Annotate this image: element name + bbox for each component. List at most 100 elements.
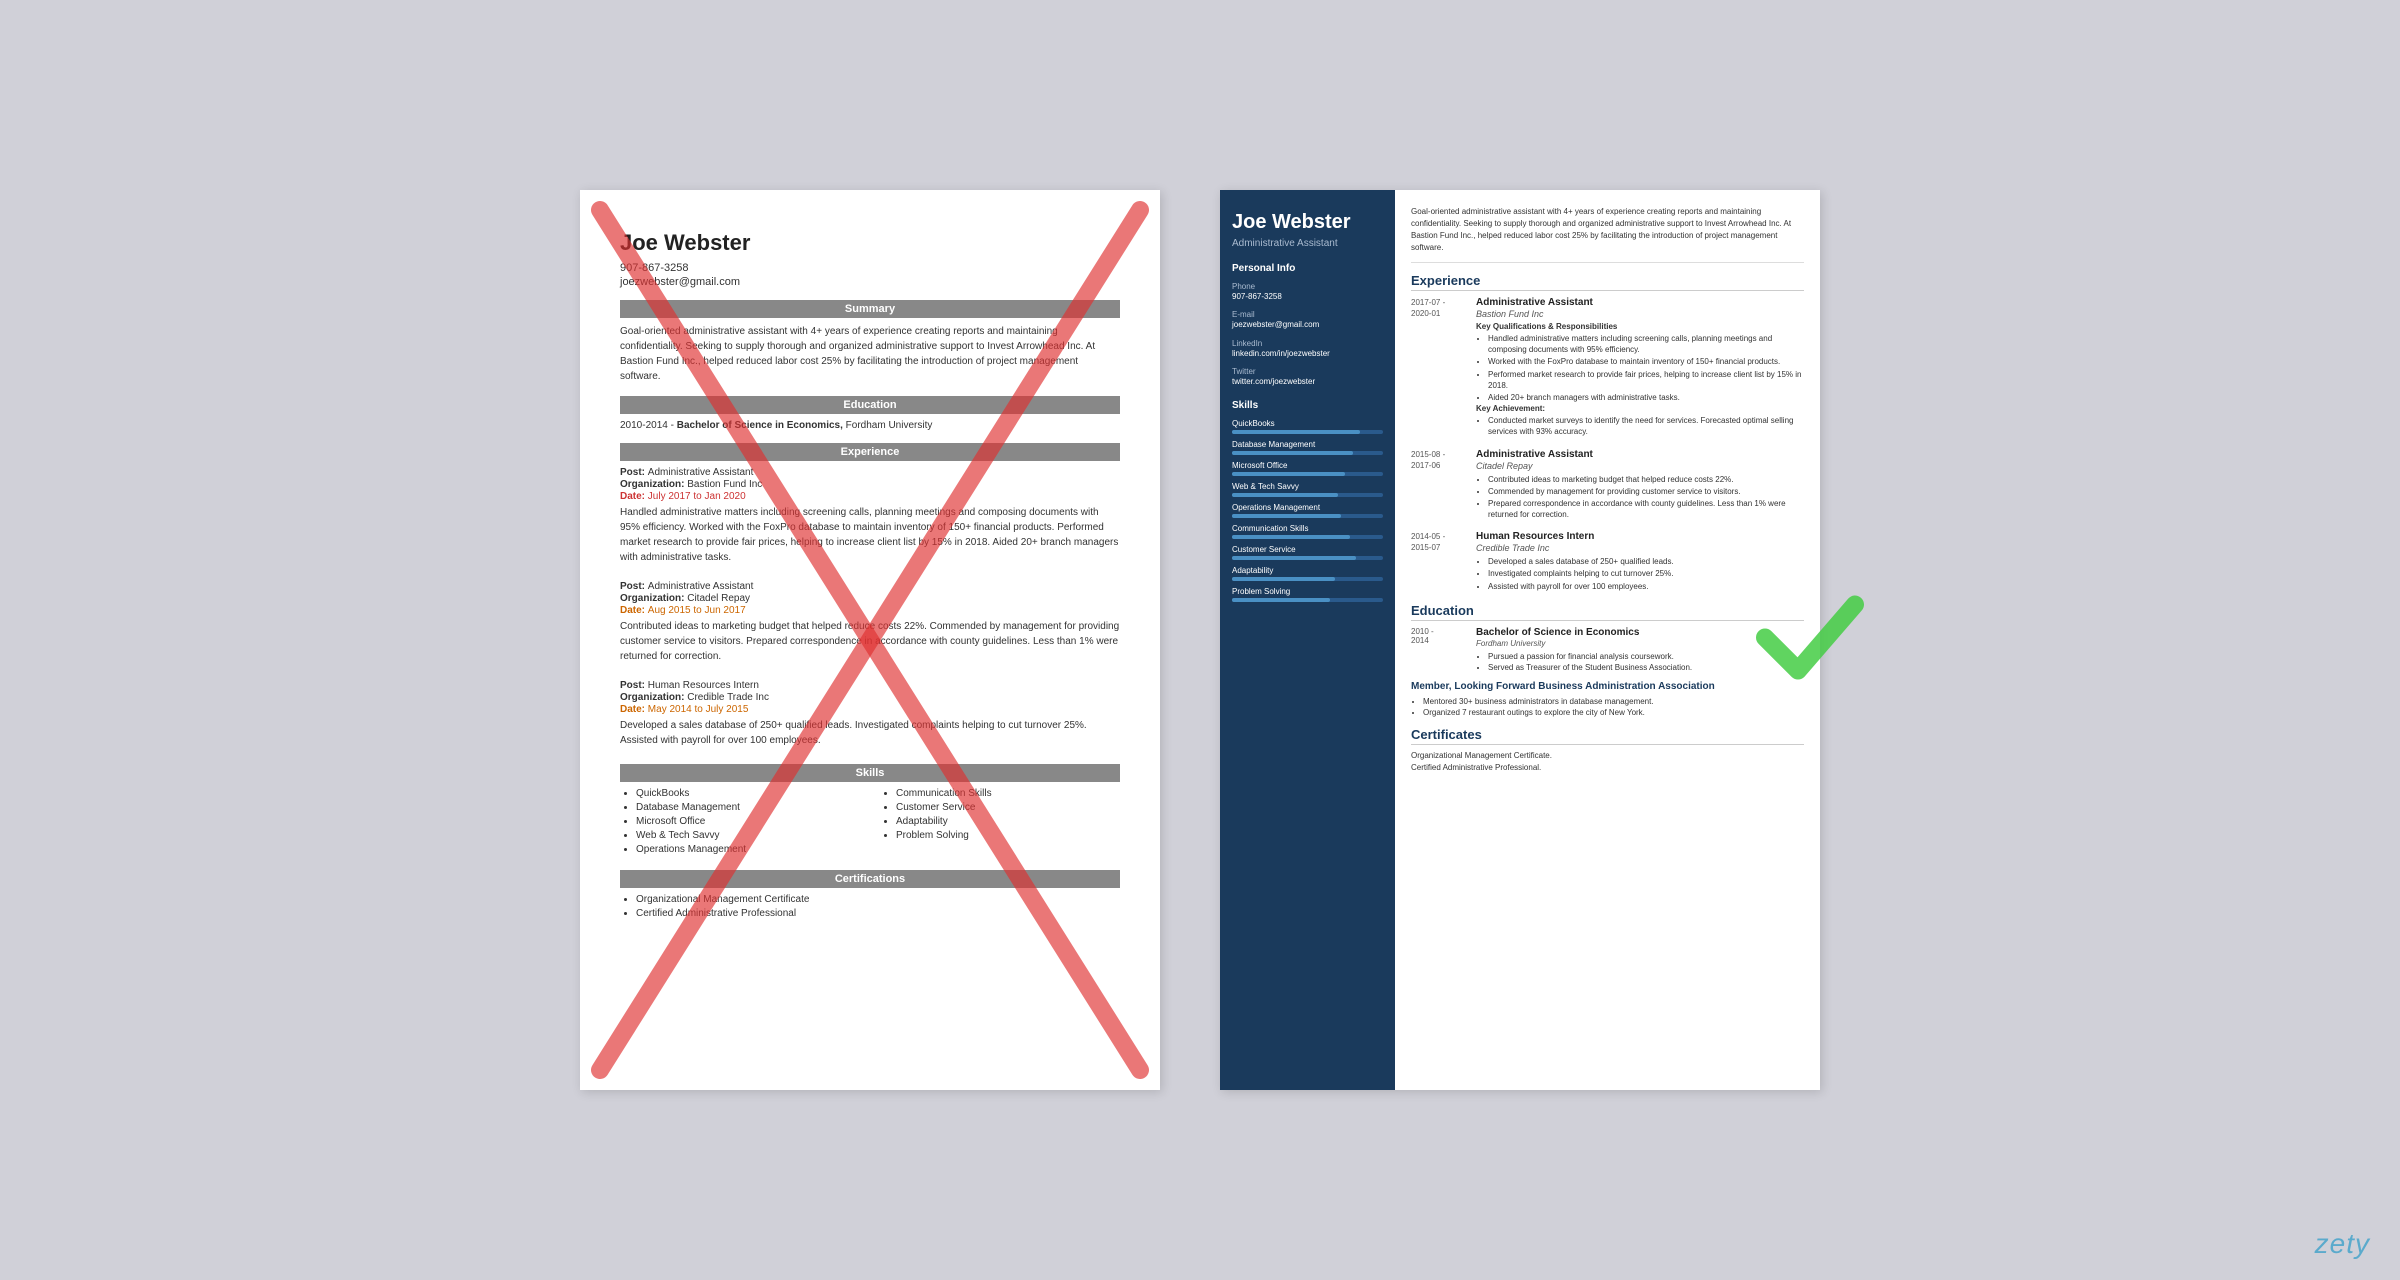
- exp2-org: Organization: Citadel Repay: [620, 593, 1120, 604]
- skill-bar-item: Problem Solving: [1232, 587, 1383, 602]
- job3-title: Human Resources Intern: [1476, 531, 1804, 542]
- skill-5: Operations Management: [636, 844, 860, 855]
- skill-bar-item: Microsoft Office: [1232, 461, 1383, 476]
- experience-title: Experience: [1411, 273, 1804, 291]
- list-item: Conducted market surveys to identify the…: [1488, 415, 1804, 437]
- list-item: Mentored 30+ business administrators in …: [1423, 696, 1804, 707]
- skill-bar-name: Operations Management: [1232, 503, 1383, 512]
- skill-bar-name: Web & Tech Savvy: [1232, 482, 1383, 491]
- skill-bar-item: Operations Management: [1232, 503, 1383, 518]
- education-title: Education: [1411, 603, 1804, 621]
- list-item: Developed a sales database of 250+ quali…: [1488, 556, 1804, 567]
- edu1-bullets: Pursued a passion for financial analysis…: [1476, 651, 1692, 673]
- job2-title: Administrative Assistant: [1476, 449, 1804, 460]
- edu-school: Fordham University: [843, 420, 932, 431]
- skill-bar-fill: [1232, 451, 1353, 455]
- linkedin-label: LinkedIn: [1232, 339, 1383, 348]
- skills-title: Skills: [1232, 400, 1383, 411]
- list-item: Pursued a passion for financial analysis…: [1488, 651, 1692, 662]
- list-item: Commended by management for providing cu…: [1488, 486, 1804, 497]
- list-item: Performed market research to provide fai…: [1488, 369, 1804, 391]
- left-phone: 907-867-3258: [620, 262, 1120, 274]
- skill-bar-bg: [1232, 535, 1383, 539]
- skill-1: QuickBooks: [636, 788, 860, 799]
- skill-bar-bg: [1232, 577, 1383, 581]
- skill-bar-name: Database Management: [1232, 440, 1383, 449]
- right-summary: Goal-oriented administrative assistant w…: [1411, 206, 1804, 263]
- phone-label: Phone: [1232, 282, 1383, 291]
- skills-grid: QuickBooks Database Management Microsoft…: [620, 788, 1120, 858]
- job1-qual-title: Key Qualifications & Responsibilities: [1476, 322, 1804, 331]
- skill-3: Microsoft Office: [636, 816, 860, 827]
- skill-bar-name: Problem Solving: [1232, 587, 1383, 596]
- right-job-3: 2014-05 - 2015-07 Human Resources Intern…: [1411, 531, 1804, 593]
- exp3-date: Date: May 2014 to July 2015: [620, 704, 1120, 715]
- summary-header: Summary: [620, 300, 1120, 318]
- skill-bar-item: QuickBooks: [1232, 419, 1383, 434]
- skill-bar-bg: [1232, 598, 1383, 602]
- member-title: Member, Looking Forward Business Adminis…: [1411, 681, 1804, 692]
- skill-bar-name: Customer Service: [1232, 545, 1383, 554]
- exp1-date: Date: July 2017 to Jan 2020: [620, 491, 1120, 502]
- sidebar: Joe Webster Administrative Assistant Per…: [1220, 190, 1395, 1090]
- list-item: Assisted with payroll for over 100 emplo…: [1488, 581, 1804, 592]
- skill-bar-fill: [1232, 556, 1356, 560]
- main-container: Joe Webster 907-867-3258 joezwebster@gma…: [540, 150, 1860, 1130]
- skill-bar-fill: [1232, 472, 1345, 476]
- skill-4: Web & Tech Savvy: [636, 830, 860, 841]
- skill-bar-fill: [1232, 493, 1338, 497]
- edu1-school: Fordham University: [1476, 639, 1692, 648]
- skill-8: Adaptability: [896, 816, 1120, 827]
- edu-degree: Bachelor of Science in Economics,: [677, 420, 843, 431]
- exp-item-2: Post: Administrative Assistant Organizat…: [620, 581, 1120, 664]
- skill-9: Problem Solving: [896, 830, 1120, 841]
- list-item: Served as Treasurer of the Student Busin…: [1488, 662, 1692, 673]
- list-item: Organized 7 restaurant outings to explor…: [1423, 707, 1804, 718]
- list-item: Contributed ideas to marketing budget th…: [1488, 474, 1804, 485]
- email-value: joezwebster@gmail.com: [1232, 320, 1383, 330]
- skill-bar-name: Microsoft Office: [1232, 461, 1383, 470]
- certificates-title: Certificates: [1411, 727, 1804, 745]
- job3-bullets: Developed a sales database of 250+ quali…: [1476, 556, 1804, 592]
- exp3-post: Post: Human Resources Intern: [620, 680, 1120, 691]
- skill-bar-bg: [1232, 493, 1383, 497]
- list-item: Handled administrative matters including…: [1488, 333, 1804, 355]
- cert-item-2: Certified Administrative Professional.: [1411, 763, 1804, 772]
- job2-body: Administrative Assistant Citadel Repay C…: [1476, 449, 1804, 522]
- edu-entry-1: 2010 - 2014 Bachelor of Science in Econo…: [1411, 627, 1804, 673]
- job3-dates: 2014-05 - 2015-07: [1411, 531, 1466, 593]
- job1-title: Administrative Assistant: [1476, 297, 1804, 308]
- job2-bullets: Contributed ideas to marketing budget th…: [1476, 474, 1804, 521]
- education-header: Education: [620, 396, 1120, 414]
- personal-info-title: Personal Info: [1232, 263, 1383, 274]
- skill-bar-item: Communication Skills: [1232, 524, 1383, 539]
- skills-col-2: Communication Skills Customer Service Ad…: [880, 788, 1120, 858]
- skill-bar-fill: [1232, 535, 1350, 539]
- exp2-date: Date: Aug 2015 to Jun 2017: [620, 605, 1120, 616]
- exp2-post: Post: Administrative Assistant: [620, 581, 1120, 592]
- job2-org: Citadel Repay: [1476, 461, 1804, 471]
- twitter-label: Twitter: [1232, 367, 1383, 376]
- skill-7: Customer Service: [896, 802, 1120, 813]
- left-email: joezwebster@gmail.com: [620, 276, 1120, 288]
- exp3-org: Organization: Credible Trade Inc: [620, 692, 1120, 703]
- linkedin-value: linkedin.com/in/joezwebster: [1232, 349, 1383, 359]
- cert-item-1: Organizational Management Certificate.: [1411, 751, 1804, 760]
- skill-bar-name: Adaptability: [1232, 566, 1383, 575]
- certs-list: Organizational Management Certificate Ce…: [620, 894, 1120, 919]
- right-title: Administrative Assistant: [1232, 238, 1383, 249]
- left-name: Joe Webster: [620, 230, 1120, 256]
- skill-bar-item: Customer Service: [1232, 545, 1383, 560]
- resume-good: Joe Webster Administrative Assistant Per…: [1220, 190, 1820, 1090]
- job1-bullets: Handled administrative matters including…: [1476, 333, 1804, 403]
- list-item: Investigated complaints helping to cut t…: [1488, 568, 1804, 579]
- skill-bar-item: Web & Tech Savvy: [1232, 482, 1383, 497]
- experience-header: Experience: [620, 443, 1120, 461]
- right-job-2: 2015-08 - 2017-06 Administrative Assista…: [1411, 449, 1804, 522]
- skills-header: Skills: [620, 764, 1120, 782]
- skill-bar-bg: [1232, 451, 1383, 455]
- skill-bar-name: QuickBooks: [1232, 419, 1383, 428]
- certs-header: Certifications: [620, 870, 1120, 888]
- skill-bar-item: Adaptability: [1232, 566, 1383, 581]
- main-content: Goal-oriented administrative assistant w…: [1395, 190, 1820, 1090]
